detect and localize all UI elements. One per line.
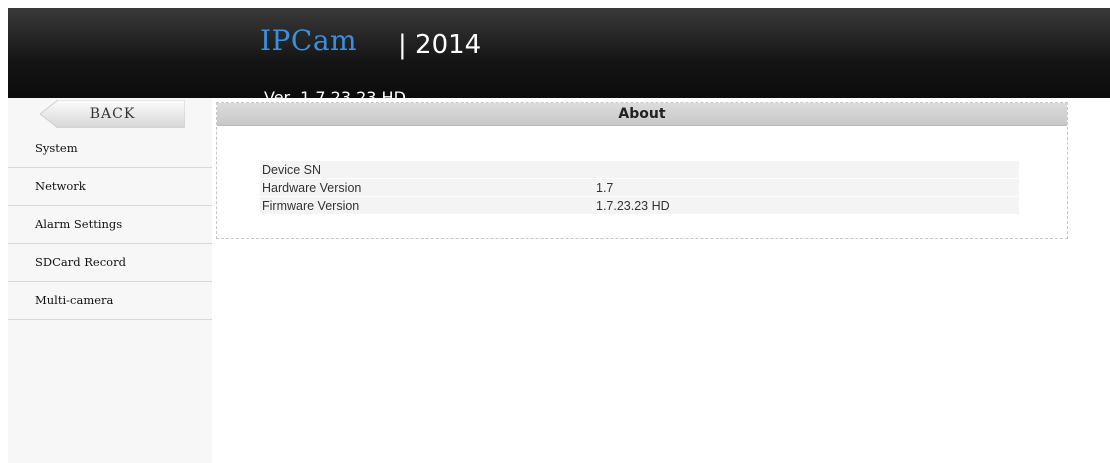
device-info-table: Device SN Hardware Version 1.7 Firmware … bbox=[260, 161, 1019, 215]
table-row: Hardware Version 1.7 bbox=[260, 178, 1019, 197]
sidebar: BACK System Network Alarm Settings SDCar… bbox=[8, 98, 212, 463]
sidebar-nav: System Network Alarm Settings SDCard Rec… bbox=[8, 130, 212, 320]
sidebar-item-system[interactable]: System bbox=[8, 130, 212, 168]
table-row: Firmware Version 1.7.23.23 HD bbox=[260, 196, 1019, 215]
hardware-version-label: Hardware Version bbox=[260, 178, 593, 197]
firmware-version-value: 1.7.23.23 HD bbox=[593, 196, 1019, 215]
table-row: Device SN bbox=[260, 161, 1019, 179]
hardware-version-value: 1.7 bbox=[593, 178, 1019, 197]
sidebar-item-sdcard-record[interactable]: SDCard Record bbox=[8, 244, 212, 282]
brand-logo-text: IPCam bbox=[260, 24, 358, 57]
brand-year: | 2014 bbox=[398, 30, 482, 60]
device-sn-value bbox=[593, 161, 1019, 179]
back-button[interactable]: BACK bbox=[40, 100, 185, 128]
panel-title: About bbox=[217, 103, 1067, 126]
sidebar-item-multi-camera[interactable]: Multi-camera bbox=[8, 282, 212, 320]
sidebar-item-network[interactable]: Network bbox=[8, 168, 212, 206]
back-button-label: BACK bbox=[89, 106, 136, 122]
firmware-version-label: Firmware Version bbox=[260, 196, 593, 215]
sidebar-item-alarm-settings[interactable]: Alarm Settings bbox=[8, 206, 212, 244]
header-bar: IPCam | 2014 Ver 1.7.23.23 HD bbox=[8, 8, 1110, 107]
device-sn-label: Device SN bbox=[260, 161, 593, 179]
